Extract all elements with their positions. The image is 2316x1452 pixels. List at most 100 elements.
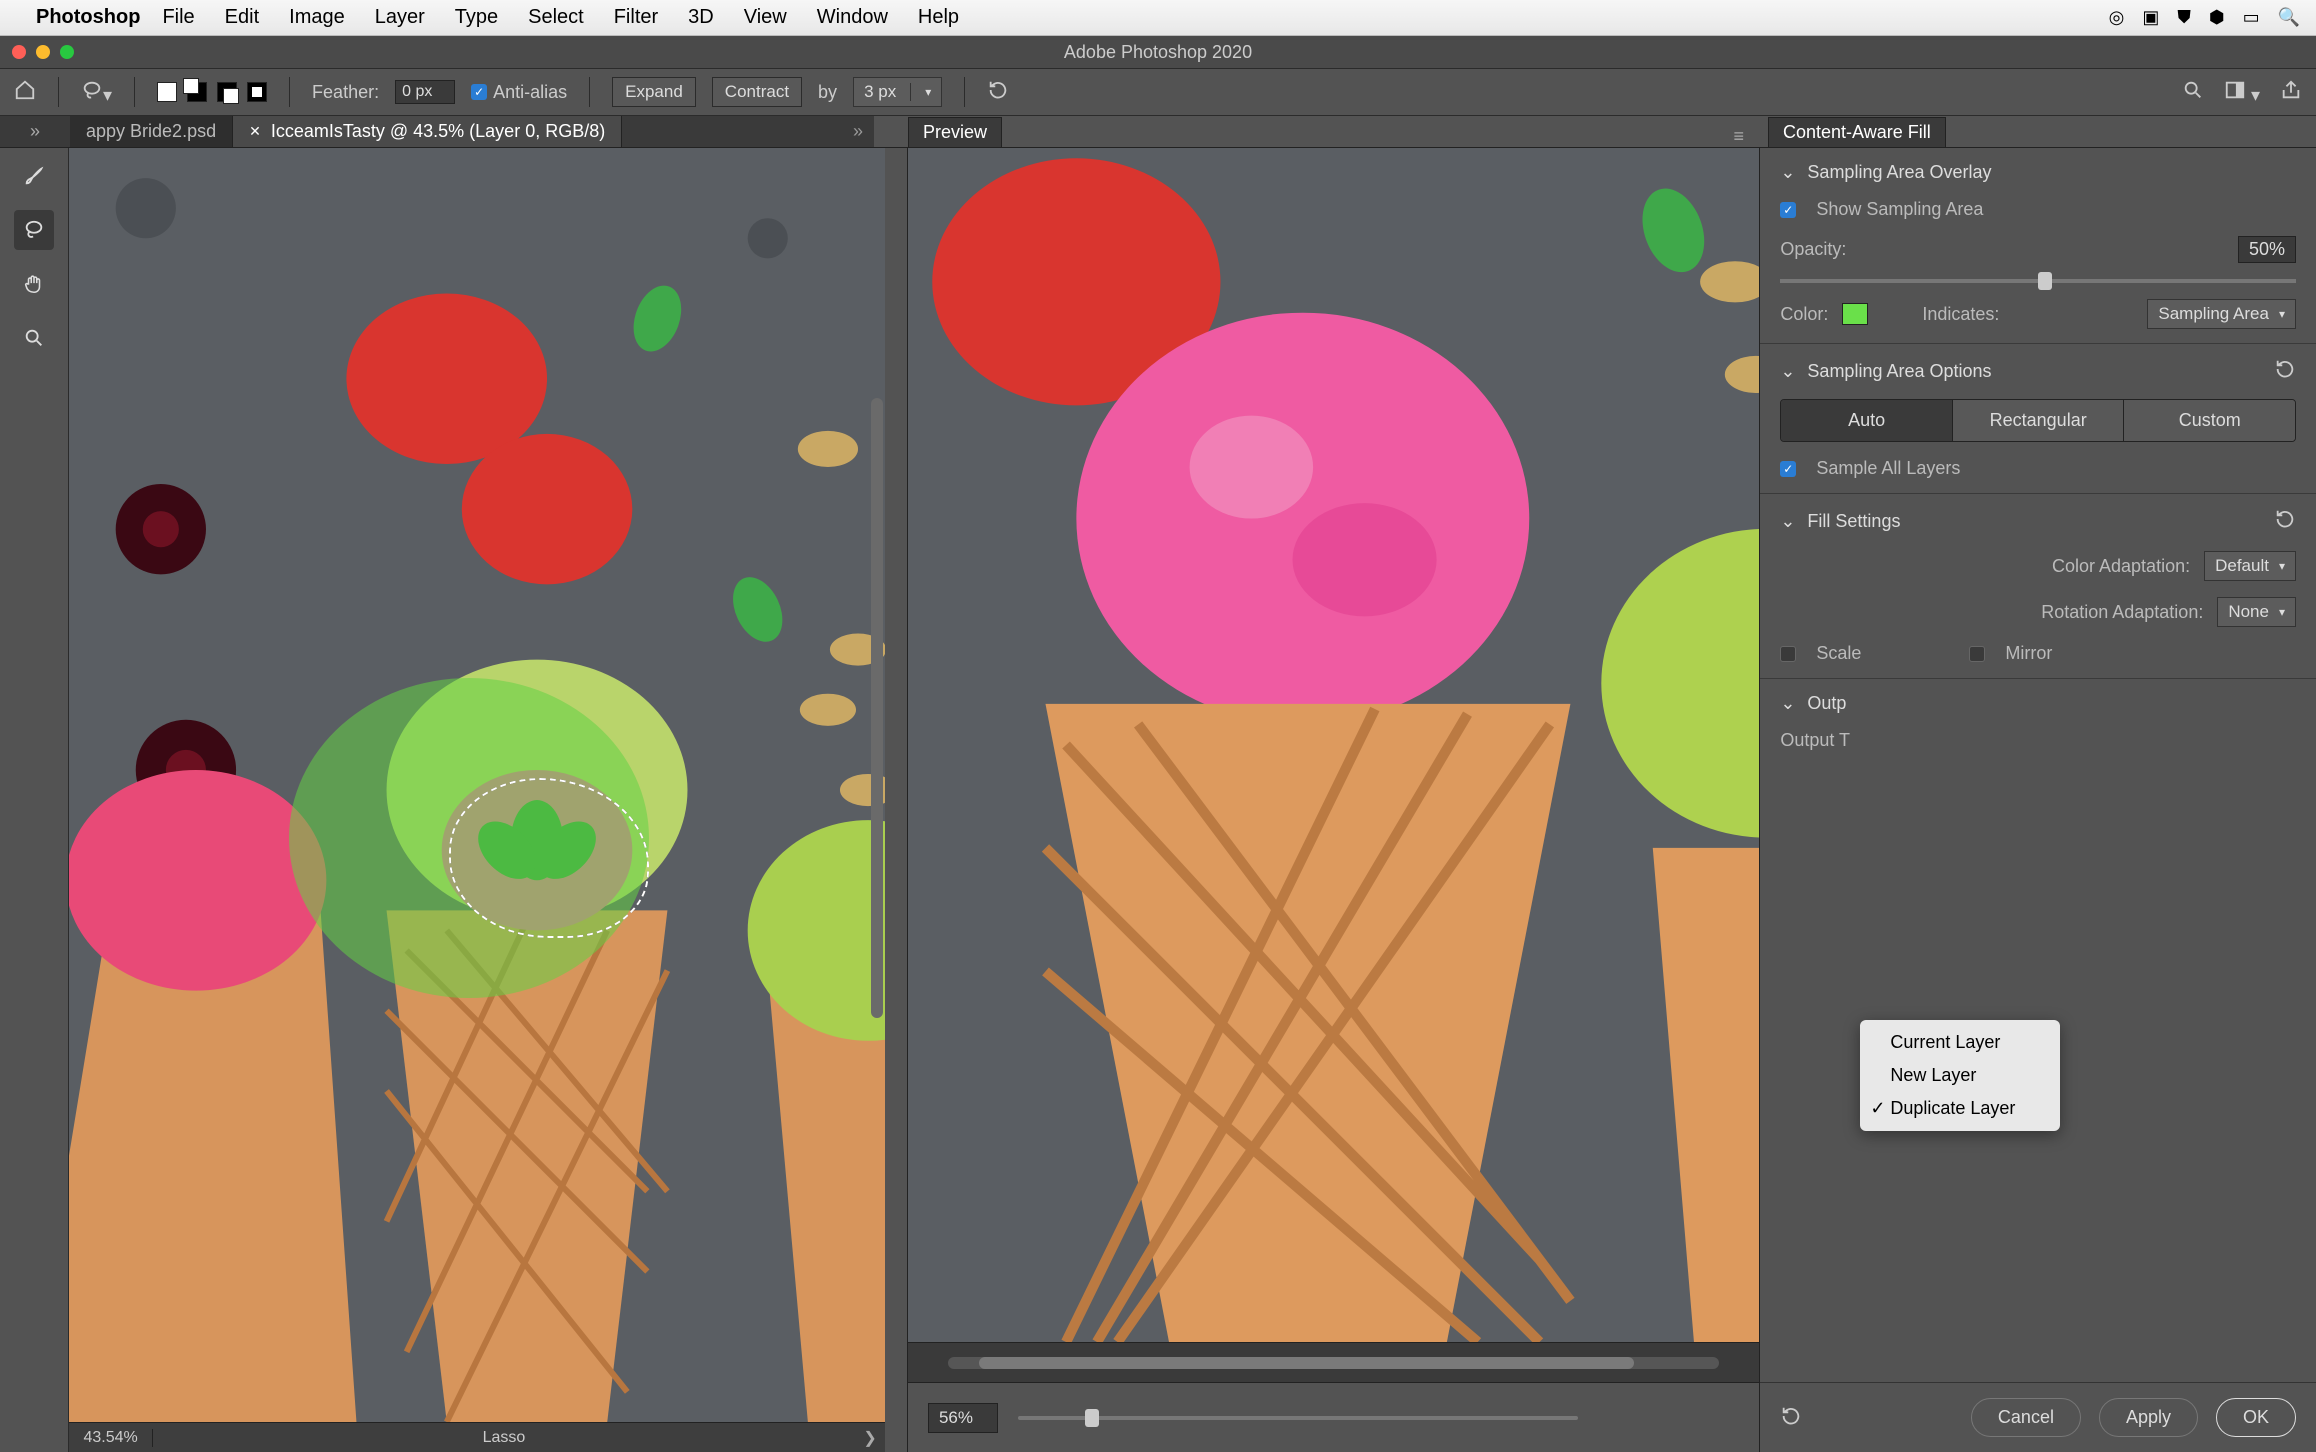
window-controls [12,45,74,59]
reset-all-icon[interactable] [1780,1405,1802,1430]
apply-button[interactable]: Apply [2099,1398,2198,1437]
selection-add-icon[interactable] [187,82,207,102]
lasso-tool[interactable] [14,210,54,250]
document-status-bar: 43.54% Lasso ❯ [69,1422,885,1452]
indicates-dropdown[interactable]: Sampling Area▾ [2147,299,2296,329]
menu-view[interactable]: View [744,6,787,29]
search-icon[interactable] [2182,79,2204,106]
popup-item-duplicate-layer[interactable]: Duplicate Layer [1860,1092,2060,1125]
window-title: Adobe Photoshop 2020 [1064,42,1252,63]
selection-intersect-icon[interactable] [247,82,267,102]
opacity-slider[interactable] [2038,272,2052,290]
app-name[interactable]: Photoshop [36,6,140,29]
chevron-down-icon[interactable]: ⌄ [1780,693,1795,714]
workspace-switcher-icon[interactable]: ▾ [2224,79,2260,106]
preview-zoom-input[interactable] [928,1403,998,1433]
content-aware-fill-panel: ⌄Sampling Area Overlay ✓Show Sampling Ar… [1760,148,2316,1452]
document-tab-1[interactable]: appy Bride2.psd [70,116,233,147]
shield-icon[interactable]: ⛊ [2177,7,2191,28]
scale-checkbox[interactable] [1780,646,1796,662]
spotlight-icon[interactable]: 🔍 [2278,7,2300,28]
reset-fill-settings-icon[interactable] [2274,508,2296,535]
section-output-title: Outp [1807,693,1846,714]
chevron-down-icon[interactable]: ⌄ [1780,361,1795,382]
ok-button[interactable]: OK [2216,1398,2296,1437]
preview-panel-tab[interactable]: Preview [908,117,1002,147]
menu-type[interactable]: Type [455,6,498,29]
collapse-toolbox-icon[interactable]: » [0,116,70,147]
output-to-popup: Current Layer New Layer Duplicate Layer [1860,1020,2060,1131]
canvas-zoom-readout[interactable]: 43.54% [69,1429,152,1447]
indicates-label: Indicates: [1922,304,1999,325]
sampling-mode-auto[interactable]: Auto [1781,400,1953,441]
behance-icon[interactable]: ▣ [2142,7,2159,28]
selection-new-icon[interactable] [157,82,177,102]
fullscreen-window-button[interactable] [60,45,74,59]
sampling-mode-custom[interactable]: Custom [2124,400,2295,441]
menu-filter[interactable]: Filter [614,6,658,29]
cc-icon[interactable]: ◎ [2109,7,2125,28]
menu-layer[interactable]: Layer [375,6,425,29]
window-titlebar: Adobe Photoshop 2020 [0,36,2316,68]
chevron-down-icon[interactable]: ⌄ [1780,162,1795,183]
color-adaptation-label: Color Adaptation: [1780,556,2190,577]
lasso-tool-icon[interactable]: ▾ [81,79,112,106]
document-canvas[interactable] [69,148,885,1422]
vertical-toolbox [0,148,69,1452]
opacity-value[interactable]: 50% [2238,236,2296,263]
mirror-checkbox[interactable] [1969,646,1985,662]
scale-label: Scale [1816,643,1861,664]
feather-label: Feather: [312,82,379,103]
chevron-down-icon[interactable]: ⌄ [1780,511,1795,532]
by-label: by [818,82,837,103]
by-amount-dropdown[interactable]: 3 px▾ [853,77,942,107]
zoom-tool[interactable] [14,318,54,358]
minimize-window-button[interactable] [36,45,50,59]
hand-tool[interactable] [14,264,54,304]
popup-item-new-layer[interactable]: New Layer [1860,1059,2060,1092]
close-window-button[interactable] [12,45,26,59]
preview-zoom-slider[interactable] [1018,1416,1578,1420]
brush-tool[interactable] [14,156,54,196]
menu-file[interactable]: File [162,6,194,29]
overlay-color-swatch[interactable] [1842,303,1868,325]
document-tab-bar: » appy Bride2.psd ✕IcceamIsTasty @ 43.5%… [0,116,2316,148]
share-icon[interactable] [2280,79,2302,106]
status-expand-icon[interactable]: ❯ [855,1428,885,1448]
preview-panel-menu-icon[interactable]: ≡ [1733,126,1744,147]
current-tool-readout: Lasso [153,1429,855,1447]
menu-image[interactable]: Image [289,6,345,29]
reset-sampling-options-icon[interactable] [2274,358,2296,385]
canvas-vertical-scrollbar[interactable] [871,398,883,1018]
preview-canvas[interactable] [908,148,1759,1342]
menu-select[interactable]: Select [528,6,584,29]
close-tab-icon[interactable]: ✕ [249,123,261,140]
antialias-checkbox[interactable]: ✓ [471,84,487,100]
document-tab-2[interactable]: ✕IcceamIsTasty @ 43.5% (Layer 0, RGB/8) [233,116,622,147]
expand-button[interactable]: Expand [612,77,696,107]
tab-overflow-icon[interactable]: » [842,116,874,147]
reset-icon[interactable] [987,79,1009,106]
caf-panel-tab[interactable]: Content-Aware Fill [1768,117,1946,147]
menu-3d[interactable]: 3D [688,6,714,29]
color-adaptation-dropdown[interactable]: Default▾ [2204,551,2296,581]
preview-horizontal-scrollbar[interactable] [948,1357,1719,1369]
display-icon[interactable]: ▭ [2243,7,2260,28]
tool-options-bar: ▾ Feather: ✓Anti-alias Expand Contract b… [0,68,2316,116]
sample-all-layers-label: Sample All Layers [1816,458,1960,479]
cancel-button[interactable]: Cancel [1971,1398,2081,1437]
menu-edit[interactable]: Edit [225,6,259,29]
cube-icon[interactable]: ⬢ [2209,7,2225,28]
rotation-adaptation-dropdown[interactable]: None▾ [2217,597,2296,627]
contract-button[interactable]: Contract [712,77,802,107]
sample-all-layers-checkbox[interactable]: ✓ [1780,461,1796,477]
home-icon[interactable] [14,79,36,106]
menu-window[interactable]: Window [817,6,888,29]
menu-help[interactable]: Help [918,6,959,29]
section-sampling-options-title: Sampling Area Options [1807,361,1991,382]
feather-input[interactable] [395,80,455,104]
selection-subtract-icon[interactable] [217,82,237,102]
popup-item-current-layer[interactable]: Current Layer [1860,1026,2060,1059]
show-sampling-checkbox[interactable]: ✓ [1780,202,1796,218]
sampling-mode-rectangular[interactable]: Rectangular [1953,400,2125,441]
